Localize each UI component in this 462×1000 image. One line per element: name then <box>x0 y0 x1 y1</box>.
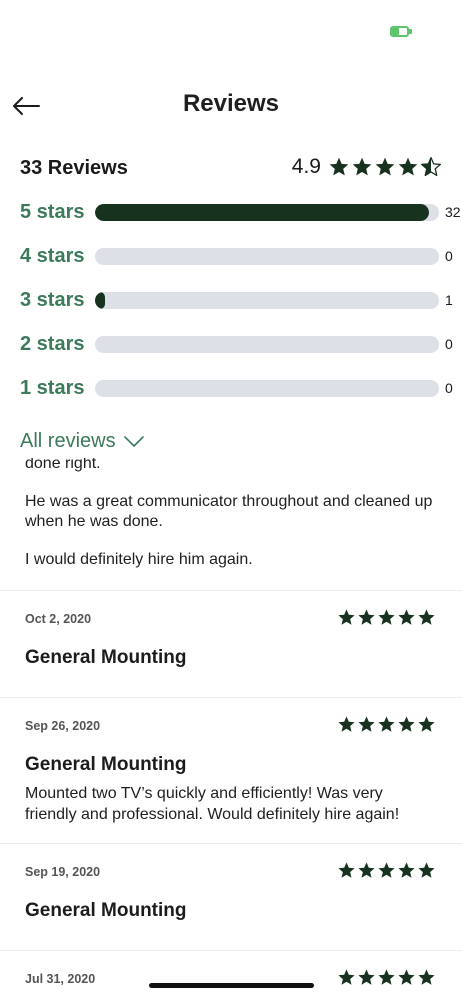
rating-row-count: 0 <box>445 336 453 352</box>
rating-row-count: 32 <box>445 204 461 220</box>
rating-row-label: 3 stars <box>20 289 85 311</box>
rating-row: 3 stars 1 <box>20 283 453 327</box>
star-icon <box>418 969 435 985</box>
review-stars <box>336 861 436 880</box>
star-icon <box>375 157 395 176</box>
review-stars <box>336 715 436 734</box>
review-count: 33 Reviews <box>20 157 128 179</box>
review-body: Mounted two TV’s quickly and efficiently… <box>25 785 400 823</box>
rating-bar-track <box>95 204 439 221</box>
star-icon <box>398 862 415 878</box>
review-text-partial: done right. He was a great communicator t… <box>0 458 462 590</box>
review-date: Jul 31, 2020 <box>25 972 96 986</box>
rating-bar-fill <box>95 292 106 309</box>
chevron-down-icon <box>123 435 144 447</box>
star-icon <box>358 862 375 878</box>
star-icon <box>398 969 415 985</box>
battery-icon <box>390 26 412 37</box>
rating-row-label: 1 stars <box>20 377 85 399</box>
star-icon <box>378 609 395 625</box>
star-icon <box>398 609 415 625</box>
rating-row-label: 4 stars <box>20 245 85 267</box>
star-half-icon <box>421 157 441 177</box>
rating-row-count: 0 <box>445 248 453 264</box>
review-date: Sep 19, 2020 <box>25 865 101 879</box>
star-icon <box>378 716 395 732</box>
review-paragraph: done right. <box>25 458 101 472</box>
status-bar <box>0 0 462 60</box>
review-card: Sep 19, 2020 General Mounting <box>0 844 462 950</box>
rating-stars <box>327 156 442 178</box>
review-card: Jul 31, 2020 <box>0 951 462 1000</box>
review-title: General Mounting <box>25 647 187 668</box>
star-icon <box>338 969 355 985</box>
review-stars <box>336 968 436 987</box>
review-title: General Mounting <box>25 900 187 921</box>
rating-row: 2 stars 0 <box>20 327 453 371</box>
average-rating: 4.9 <box>292 155 442 179</box>
star-icon <box>338 862 355 878</box>
review-stars <box>336 608 436 627</box>
review-date: Oct 2, 2020 <box>25 612 92 626</box>
rating-bar-fill <box>95 204 429 221</box>
star-icon <box>378 969 395 985</box>
review-title: General Mounting <box>25 754 187 775</box>
rating-row: 4 stars 0 <box>20 239 453 283</box>
home-indicator <box>149 983 314 988</box>
review-list[interactable]: done right. He was a great communicator t… <box>0 458 462 1000</box>
star-icon <box>329 157 349 176</box>
all-reviews-filter[interactable]: All reviews <box>20 430 144 453</box>
rating-summary: 33 Reviews 4.9 <box>20 153 442 183</box>
star-icon <box>418 862 435 878</box>
header: Reviews <box>0 78 462 132</box>
rating-row: 1 stars 0 <box>20 371 453 415</box>
review-paragraph: I would definitely hire him again. <box>25 551 253 568</box>
star-icon <box>352 157 372 176</box>
rating-distribution: 5 stars 32 4 stars 0 3 stars 1 2 stars 0 1 stars… <box>20 195 461 415</box>
rating-value: 4.9 <box>291 155 321 178</box>
rating-bar-track <box>95 248 439 265</box>
all-reviews-label: All reviews <box>20 430 116 452</box>
review-card: Oct 2, 2020 General Mounting <box>0 591 462 697</box>
rating-row-count: 1 <box>445 292 453 308</box>
star-icon <box>418 716 435 732</box>
star-icon <box>358 716 375 732</box>
review-card: Sep 26, 2020 General Mounting Mounted two … <box>0 698 462 843</box>
rating-bar-track <box>95 380 439 397</box>
star-icon <box>418 609 435 625</box>
star-icon <box>398 157 418 176</box>
review-paragraph: He was a great communicator throughout a… <box>25 493 433 530</box>
rating-row: 5 stars 32 <box>20 195 461 239</box>
rating-row-label: 2 stars <box>20 333 85 355</box>
rating-row-label: 5 stars <box>20 201 85 223</box>
rating-row-count: 0 <box>445 380 453 396</box>
star-icon <box>358 969 375 985</box>
page-title: Reviews <box>182 90 280 117</box>
star-icon <box>378 862 395 878</box>
star-icon <box>358 609 375 625</box>
review-date: Sep 26, 2020 <box>25 719 101 733</box>
star-icon <box>338 609 355 625</box>
star-icon <box>338 716 355 732</box>
rating-bar-track <box>95 292 439 309</box>
star-icon <box>398 716 415 732</box>
rating-bar-track <box>95 336 439 353</box>
